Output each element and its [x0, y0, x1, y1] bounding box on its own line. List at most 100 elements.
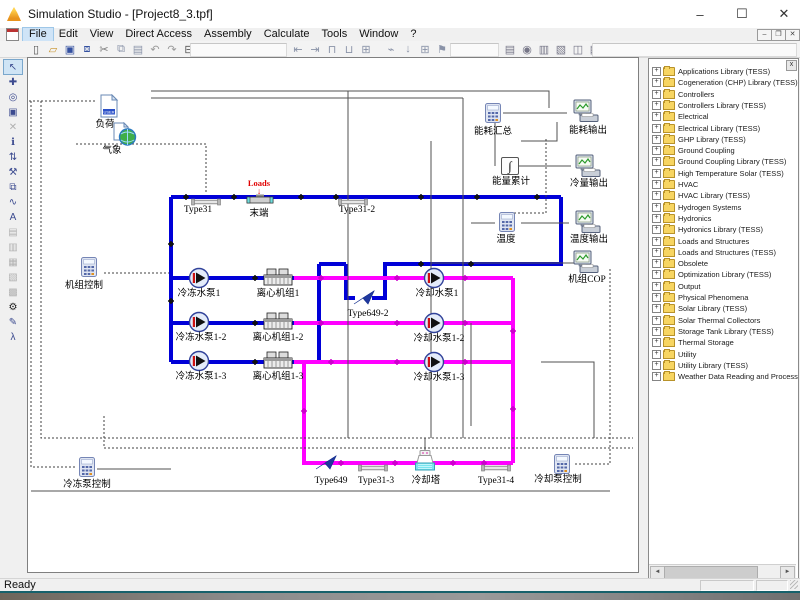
- menu-item--[interactable]: ?: [404, 28, 422, 41]
- expand-icon[interactable]: +: [652, 248, 661, 257]
- library-item-ghp-library-tess[interactable]: +GHP Library (TESS): [652, 134, 746, 145]
- expand-icon[interactable]: +: [652, 293, 661, 302]
- expand-icon[interactable]: +: [652, 67, 661, 76]
- menu-item-window[interactable]: Window: [353, 28, 404, 41]
- library-item-hvac-library-tess[interactable]: +HVAC Library (TESS): [652, 190, 750, 201]
- library-item-ground-coupling-library-tess[interactable]: +Ground Coupling Library (TESS): [652, 156, 786, 167]
- delete-icon[interactable]: ✕: [4, 120, 22, 134]
- menu-item-calculate[interactable]: Calculate: [258, 28, 316, 41]
- reorder-icon[interactable]: ⇅: [4, 150, 22, 164]
- cut-icon[interactable]: ✂: [96, 42, 112, 57]
- expand-icon[interactable]: +: [652, 90, 661, 99]
- library-item-controllers[interactable]: +Controllers: [652, 89, 714, 100]
- child-close-button[interactable]: ✕: [785, 29, 800, 41]
- expand-icon[interactable]: +: [652, 124, 661, 133]
- info-icon[interactable]: ℹ: [4, 135, 22, 149]
- shrink-horizontal-icon[interactable]: ⇤: [290, 42, 306, 57]
- library-item-storage-tank-library-tess[interactable]: +Storage Tank Library (TESS): [652, 326, 774, 337]
- view-d-icon[interactable]: ▧: [553, 42, 569, 57]
- component-load-file[interactable]: USER: [99, 94, 119, 123]
- text-tool-icon[interactable]: A: [4, 210, 22, 224]
- component-chiller-1-2[interactable]: [263, 312, 293, 335]
- expand-icon[interactable]: +: [652, 327, 661, 336]
- expand-icon[interactable]: +: [652, 191, 661, 200]
- library-item-utility-library-tess[interactable]: +Utility Library (TESS): [652, 360, 748, 371]
- library-item-controllers-library-tess[interactable]: +Controllers Library (TESS): [652, 100, 766, 111]
- expand-icon[interactable]: +: [652, 372, 661, 381]
- library-item-thermal-storage[interactable]: +Thermal Storage: [652, 337, 734, 348]
- undo-icon[interactable]: ↶: [147, 42, 163, 57]
- library-item-hydronics[interactable]: +Hydronics: [652, 213, 711, 224]
- expand-icon[interactable]: +: [652, 78, 661, 87]
- child-restore-button[interactable]: ❐: [771, 29, 786, 41]
- same-size-icon[interactable]: ⊞: [358, 42, 374, 57]
- new-file-icon[interactable]: ▯: [28, 42, 44, 57]
- same-height-icon[interactable]: ⊔: [341, 42, 357, 57]
- component-type31-3[interactable]: [358, 459, 388, 477]
- expand-icon[interactable]: +: [652, 282, 661, 291]
- zoom-magnifier-icon[interactable]: ◎: [4, 90, 22, 104]
- component-type649[interactable]: [314, 453, 338, 476]
- menu-item-view[interactable]: View: [84, 28, 120, 41]
- expand-icon[interactable]: +: [652, 203, 661, 212]
- menu-item-edit[interactable]: Edit: [53, 28, 84, 41]
- library-item-output[interactable]: +Output: [652, 281, 701, 292]
- panel-close-icon[interactable]: x: [786, 60, 797, 71]
- expand-icon[interactable]: +: [652, 316, 661, 325]
- table-icon[interactable]: ⊞: [417, 42, 433, 57]
- layers-c-icon[interactable]: ▩: [4, 285, 22, 299]
- component-energy-summary[interactable]: [485, 103, 501, 128]
- save-all-icon[interactable]: ⧈: [79, 42, 95, 57]
- download-icon[interactable]: ↓: [400, 42, 416, 57]
- redo-icon[interactable]: ↷: [164, 42, 180, 57]
- view-e-icon[interactable]: ◫: [570, 42, 586, 57]
- flag-icon[interactable]: ⚑: [434, 42, 450, 57]
- menu-item-file[interactable]: File: [23, 28, 53, 41]
- expand-icon[interactable]: +: [652, 180, 661, 189]
- menu-item-assembly[interactable]: Assembly: [198, 28, 258, 41]
- open-file-icon[interactable]: ▱: [45, 42, 61, 57]
- document-icon[interactable]: [6, 28, 19, 41]
- minimize-button[interactable]: –: [680, 0, 720, 28]
- expand-icon[interactable]: +: [652, 101, 661, 110]
- project-canvas[interactable]: USER负荷气象Type31末端Type31-2能耗汇总能耗输出∫能量累计冷量输…: [27, 57, 639, 573]
- same-width-icon[interactable]: ⊓: [324, 42, 340, 57]
- component-chiller-1-3[interactable]: [263, 351, 293, 374]
- library-item-hvac[interactable]: +HVAC: [652, 179, 698, 190]
- library-item-cogeneration-chp-library-tess[interactable]: +Cogeneration (CHP) Library (TESS): [652, 77, 798, 88]
- expand-icon[interactable]: +: [652, 135, 661, 144]
- wrench-icon[interactable]: ⚒: [4, 165, 22, 179]
- draw-pen-icon[interactable]: ✎: [4, 315, 22, 329]
- library-item-high-temperature-solar-tess[interactable]: +High Temperature Solar (TESS): [652, 168, 784, 179]
- link-tool-icon[interactable]: ⌁: [383, 42, 399, 57]
- library-item-optimization-library-tess[interactable]: +Optimization Library (TESS): [652, 269, 771, 280]
- library-item-loads-and-structures[interactable]: +Loads and Structures: [652, 236, 749, 247]
- grid-a-icon[interactable]: ▤: [4, 225, 22, 239]
- library-hscrollbar[interactable]: ◄ ►: [649, 564, 796, 579]
- save-icon[interactable]: ▣: [62, 42, 78, 57]
- expand-icon[interactable]: +: [652, 225, 661, 234]
- component-type649-2[interactable]: [352, 288, 376, 311]
- library-item-solar-thermal-collectors[interactable]: +Solar Thermal Collectors: [652, 315, 760, 326]
- expand-icon[interactable]: +: [652, 157, 661, 166]
- expand-icon[interactable]: +: [652, 112, 661, 121]
- library-item-physical-phenomena[interactable]: +Physical Phenomena: [652, 292, 748, 303]
- settings-gear-icon[interactable]: ⚙: [4, 300, 22, 314]
- view-a-icon[interactable]: ▤: [502, 42, 518, 57]
- menu-item-direct-access[interactable]: Direct Access: [119, 28, 198, 41]
- expand-icon[interactable]: +: [652, 237, 661, 246]
- component-energy-output[interactable]: [573, 99, 599, 128]
- maximize-button[interactable]: ☐: [722, 0, 762, 28]
- expand-icon[interactable]: +: [652, 214, 661, 223]
- view-c-icon[interactable]: ▥: [536, 42, 552, 57]
- library-item-applications-library-tess[interactable]: +Applications Library (TESS): [652, 66, 770, 77]
- expand-icon[interactable]: +: [652, 146, 661, 155]
- expand-icon[interactable]: +: [652, 350, 661, 359]
- library-item-solar-library-tess[interactable]: +Solar Library (TESS): [652, 303, 747, 314]
- expand-icon[interactable]: +: [652, 270, 661, 279]
- library-item-electrical-library-tess[interactable]: +Electrical Library (TESS): [652, 123, 760, 134]
- expand-icon[interactable]: +: [652, 361, 661, 370]
- library-item-hydrogen-systems[interactable]: +Hydrogen Systems: [652, 202, 741, 213]
- layers-a-icon[interactable]: ▦: [4, 255, 22, 269]
- stretch-vertical-icon[interactable]: ⇥: [307, 42, 323, 57]
